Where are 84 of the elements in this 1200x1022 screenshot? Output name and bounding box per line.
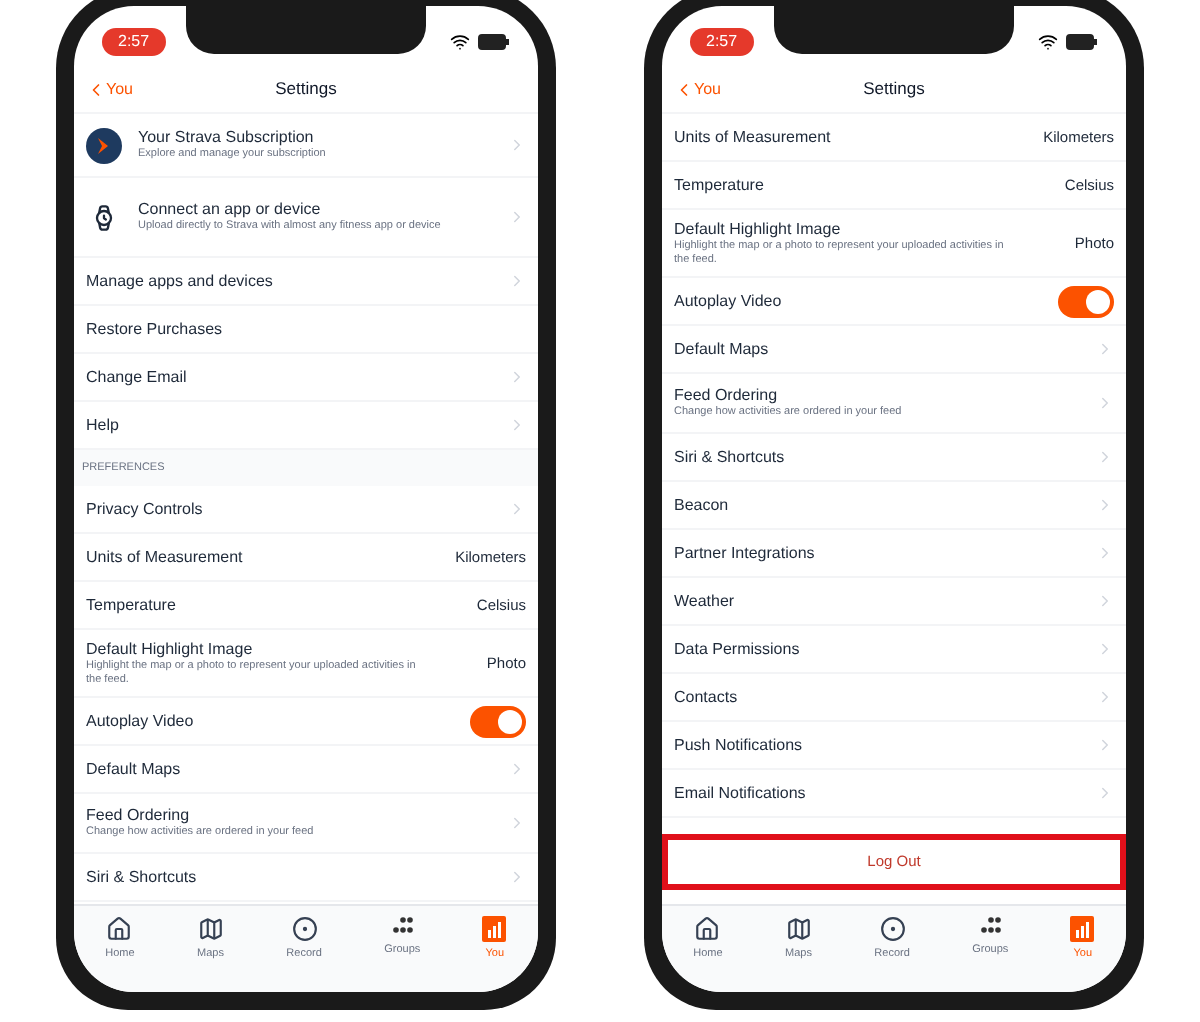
chevron-icon bbox=[1096, 640, 1114, 658]
chevron-icon bbox=[1096, 544, 1114, 562]
map-icon bbox=[197, 916, 224, 942]
row-label: Connect an app or device bbox=[138, 200, 323, 220]
row-label: Partner Integrations bbox=[674, 543, 815, 563]
row-label: Siri & Shortcuts bbox=[674, 447, 785, 467]
row-label: Temperature bbox=[86, 595, 176, 615]
toggle-switch[interactable] bbox=[1058, 285, 1114, 317]
settings-row[interactable]: Data Permissions bbox=[662, 626, 1126, 674]
watch-icon bbox=[90, 203, 118, 231]
settings-row[interactable]: Email Notifications bbox=[662, 770, 1126, 818]
chevron-icon bbox=[508, 208, 526, 226]
status-time: 2:57 bbox=[102, 28, 166, 56]
settings-row[interactable]: Default Maps bbox=[74, 746, 538, 794]
row-label: Change Email bbox=[86, 367, 187, 387]
screen-title: Settings bbox=[863, 76, 925, 102]
record-icon bbox=[291, 916, 318, 942]
row-label: Feed Ordering bbox=[674, 386, 780, 406]
row-label: Default Maps bbox=[86, 759, 181, 779]
settings-row[interactable]: Contacts bbox=[662, 674, 1126, 722]
row-label: Data Permissions bbox=[674, 639, 800, 659]
row-label: Your Strava Subscription bbox=[138, 128, 316, 148]
chevron-icon bbox=[1096, 592, 1114, 610]
row-label: Help bbox=[86, 415, 119, 435]
row-label: Default Highlight Image bbox=[86, 639, 255, 660]
row-label: Autoplay Video bbox=[674, 291, 782, 311]
toggle-switch[interactable] bbox=[470, 705, 526, 737]
row-label: Temperature bbox=[674, 175, 764, 195]
row-label: Push Notifications bbox=[674, 735, 803, 755]
row-label: Default Highlight Image bbox=[674, 219, 843, 240]
settings-row[interactable]: Push Notifications bbox=[662, 722, 1126, 770]
row-label: Units of Measurement bbox=[674, 127, 831, 147]
settings-row[interactable]: Default Maps bbox=[662, 326, 1126, 374]
dots-icon bbox=[391, 916, 414, 938]
map-icon bbox=[785, 916, 812, 942]
logo-icon bbox=[86, 127, 122, 163]
chevron-icon bbox=[508, 760, 526, 778]
chart-icon bbox=[482, 916, 507, 942]
row-label: Weather bbox=[674, 591, 735, 611]
settings-row[interactable]: Partner Integrations bbox=[662, 530, 1126, 578]
settings-row[interactable]: Siri & Shortcuts bbox=[74, 854, 538, 902]
row-label: Contacts bbox=[674, 687, 738, 707]
chevron-icon bbox=[508, 136, 526, 154]
settings-row[interactable]: Weather bbox=[662, 578, 1126, 626]
chevron-icon bbox=[1096, 340, 1114, 358]
chevron-icon bbox=[508, 500, 526, 518]
row-label: Restore Purchases bbox=[86, 319, 223, 339]
row-label: Units of Measurement bbox=[86, 547, 243, 567]
chart-icon bbox=[1070, 916, 1095, 942]
house-icon bbox=[694, 916, 721, 942]
row-label: Autoplay Video bbox=[86, 711, 194, 731]
chevron-icon bbox=[508, 814, 526, 832]
row-label: Siri & Shortcuts bbox=[86, 867, 197, 887]
chevron-icon bbox=[1096, 448, 1114, 466]
settings-row[interactable]: Change Email bbox=[74, 354, 538, 402]
row-label: Privacy Controls bbox=[86, 499, 203, 519]
wifi-icon bbox=[450, 32, 470, 52]
chevron-icon bbox=[1096, 496, 1114, 514]
house-icon bbox=[106, 916, 133, 942]
chevron-icon bbox=[508, 868, 526, 886]
chevron-icon bbox=[508, 272, 526, 290]
battery-icon bbox=[1066, 34, 1098, 50]
battery-icon bbox=[478, 34, 510, 50]
chevron-icon bbox=[1096, 736, 1114, 754]
status-time: 2:57 bbox=[690, 28, 754, 56]
dots-icon bbox=[979, 916, 1002, 938]
chevron-icon bbox=[1096, 394, 1114, 412]
row-label: Feed Ordering bbox=[86, 806, 192, 826]
row-label: Default Maps bbox=[674, 339, 769, 359]
chevron-icon bbox=[1096, 784, 1114, 802]
wifi-icon bbox=[1038, 32, 1058, 52]
row-label: Beacon bbox=[674, 495, 729, 515]
settings-row[interactable]: Siri & Shortcuts bbox=[662, 434, 1126, 482]
settings-row[interactable]: Beacon bbox=[662, 482, 1126, 530]
settings-row[interactable]: Privacy Controls bbox=[74, 486, 538, 534]
settings-row[interactable]: Restore Purchases bbox=[74, 306, 538, 354]
settings-row[interactable]: Manage apps and devices bbox=[74, 258, 538, 306]
record-icon bbox=[879, 916, 906, 942]
row-label: Manage apps and devices bbox=[86, 271, 273, 291]
row-label: Email Notifications bbox=[674, 783, 806, 803]
screen-title: Settings bbox=[275, 76, 337, 102]
chevron-icon bbox=[1096, 688, 1114, 706]
chevron-icon bbox=[508, 416, 526, 434]
chevron-icon bbox=[508, 368, 526, 386]
